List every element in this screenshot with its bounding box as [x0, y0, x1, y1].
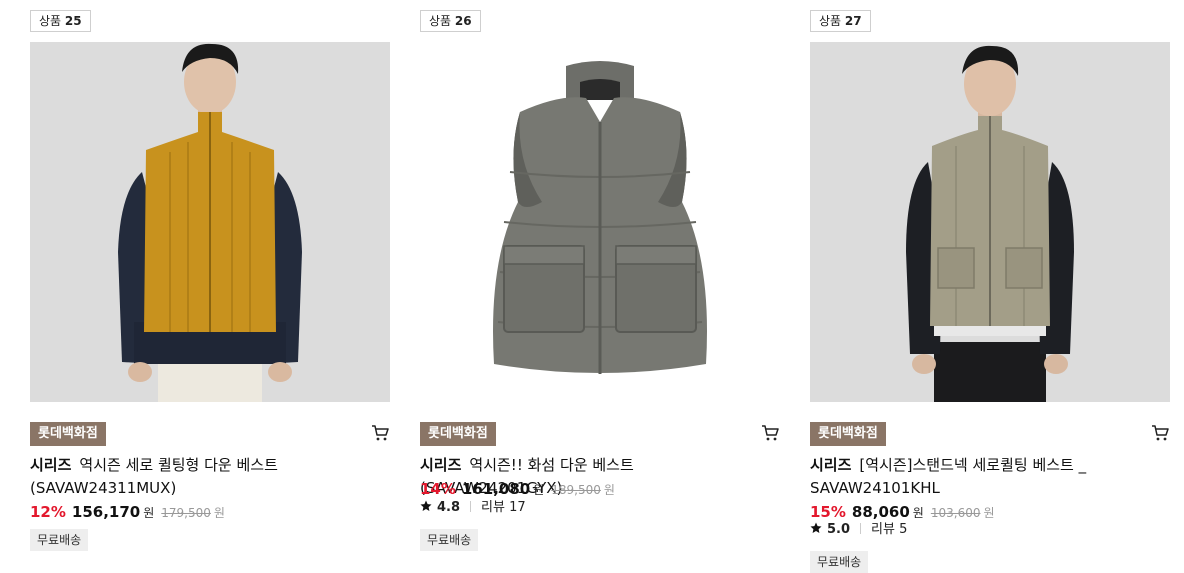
- original-currency-label: 원: [983, 506, 995, 520]
- product-index-badge: 상품 27: [810, 10, 871, 32]
- product-card[interactable]: 상품 27 롯데백화점 시리즈 [역시즌]스탠드넥 세로퀼팅 베스트 _ SAV…: [810, 0, 1170, 573]
- original-currency-label: 원: [213, 506, 225, 520]
- rating-score: 5.0: [827, 522, 851, 537]
- product-image[interactable]: [420, 42, 780, 402]
- sale-price: 88,060: [851, 503, 910, 521]
- discount-rate: 15%: [810, 503, 846, 521]
- review-count[interactable]: 리뷰 5: [871, 522, 907, 537]
- rating-score: 4.8: [437, 500, 461, 515]
- price-row: 15% 88,060 원 103,600 원: [810, 502, 995, 523]
- product-index-badge: 상품 25: [30, 10, 91, 32]
- rating-row: 4.8 리뷰 17: [420, 499, 526, 517]
- vest-product-image: [493, 61, 707, 374]
- original-price: 189,500: [551, 483, 601, 497]
- cart-icon[interactable]: [371, 424, 389, 442]
- store-badge: 롯데백화점: [420, 422, 496, 446]
- free-shipping-tag: 무료배송: [420, 529, 479, 551]
- product-title[interactable]: 시리즈 역시즌 세로 퀼팅형 다운 베스트 (SAVAW24311MUX): [30, 454, 375, 500]
- sale-price: 156,170: [71, 503, 141, 521]
- original-price: 103,600: [930, 506, 981, 520]
- product-index-badge: 상품 26: [420, 10, 481, 32]
- store-badge: 롯데백화점: [30, 422, 106, 446]
- product-image[interactable]: [810, 42, 1170, 402]
- price-row: 14% 161,080 원 189,500 원: [420, 479, 615, 500]
- review-count[interactable]: 리뷰 17: [481, 500, 526, 515]
- store-badge: 롯데백화점: [810, 422, 886, 446]
- currency-label: 원: [533, 483, 545, 497]
- price-row: 12% 156,170 원 179,500 원: [30, 502, 225, 523]
- discount-rate: 14%: [420, 480, 456, 498]
- product-image[interactable]: [30, 42, 390, 402]
- product-title[interactable]: 시리즈 [역시즌]스탠드넥 세로퀼팅 베스트 _ SAVAW24101KHL: [810, 454, 1155, 500]
- divider: [860, 523, 862, 534]
- currency-label: 원: [143, 506, 155, 520]
- brand-name: 시리즈: [30, 456, 72, 474]
- brand-name: 시리즈: [420, 456, 462, 474]
- rating-row: 5.0 리뷰 5: [810, 521, 907, 539]
- original-price: 179,500: [161, 506, 211, 520]
- star-icon: [420, 500, 432, 511]
- original-currency-label: 원: [603, 483, 615, 497]
- cart-icon[interactable]: [1151, 424, 1169, 442]
- product-name: [역시즌]스탠드넥 세로퀼팅 베스트 _ SAVAW24101KHL: [810, 456, 1087, 497]
- cart-icon[interactable]: [761, 424, 779, 442]
- divider: [470, 501, 472, 512]
- model-wearing-vest-image: [906, 45, 1074, 402]
- product-card[interactable]: 상품 25 롯데백화점 시리즈 역시즌 세로 퀼팅형 다운 베스트 (SAVAW…: [30, 0, 390, 570]
- free-shipping-tag: 무료배송: [30, 529, 89, 551]
- model-wearing-vest-image: [118, 43, 302, 402]
- brand-name: 시리즈: [810, 456, 852, 474]
- discount-rate: 12%: [30, 503, 66, 521]
- star-icon: [810, 522, 822, 533]
- product-card[interactable]: 상품 26 롯데백화점 시리즈 역시즌!! 화섬 다운 베스트(SAVAW242…: [420, 0, 780, 570]
- sale-price: 161,080: [461, 480, 531, 498]
- currency-label: 원: [912, 506, 924, 520]
